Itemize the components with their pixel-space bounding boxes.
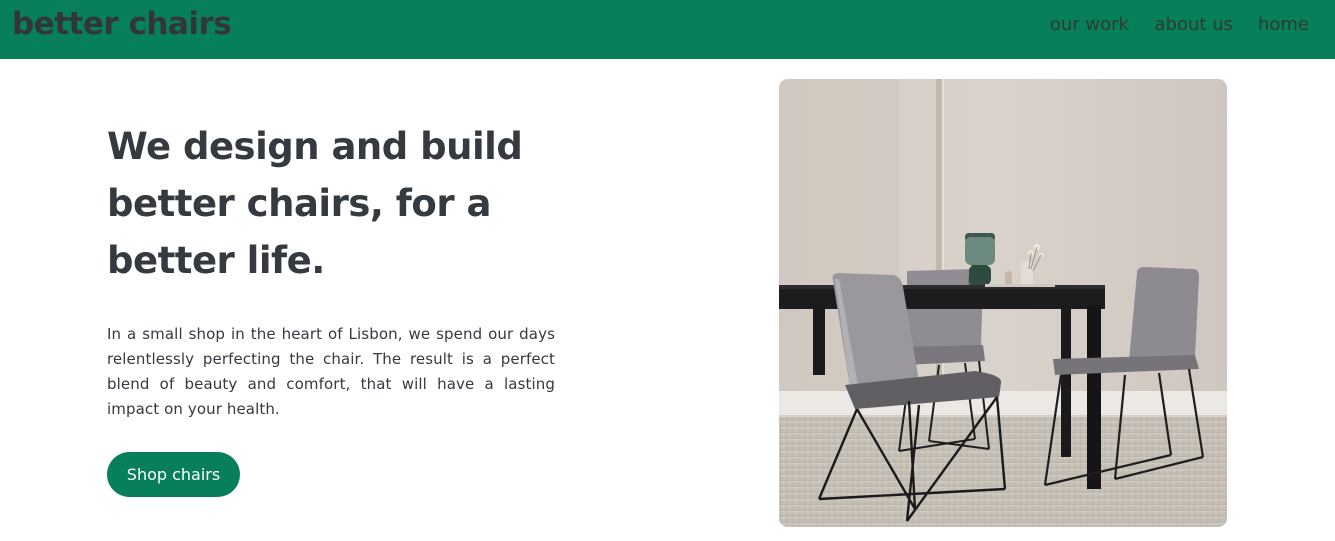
nav-link-home[interactable]: home — [1258, 13, 1309, 37]
nav-link-about-us[interactable]: about us — [1155, 13, 1233, 37]
navbar: better chairs our work about us home — [0, 0, 1335, 59]
hero-image — [779, 79, 1227, 527]
hero-description: In a small shop in the heart of Lisbon, … — [107, 325, 555, 418]
brand-logo[interactable]: better chairs — [12, 4, 232, 44]
dining-room-illustration — [779, 79, 1227, 527]
hero-title: We design and build better chairs, for a… — [107, 125, 523, 282]
nav-link-our-work[interactable]: our work — [1050, 13, 1129, 37]
shop-chairs-button[interactable]: Shop chairs — [107, 452, 240, 497]
